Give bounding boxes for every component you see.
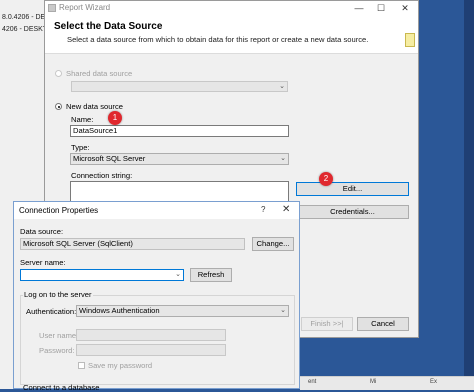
password-input[interactable] bbox=[76, 344, 226, 356]
change-button[interactable]: Change... bbox=[252, 237, 294, 251]
data-source-value: Microsoft SQL Server (SqlClient) bbox=[20, 238, 245, 250]
page-title: Select the Data Source bbox=[54, 21, 163, 32]
chevron-down-icon: ⌄ bbox=[175, 271, 181, 278]
user-name-input[interactable] bbox=[76, 329, 226, 341]
user-name-label: User name: bbox=[39, 331, 79, 340]
dialog-titlebar[interactable]: Connection Properties ? ✕ bbox=[14, 202, 299, 219]
cancel-button[interactable]: Cancel bbox=[357, 317, 409, 331]
wizard-banner-icon bbox=[405, 33, 415, 47]
password-label: Password: bbox=[39, 346, 75, 355]
data-source-label: Data source: bbox=[20, 227, 64, 236]
type-select-value: Microsoft SQL Server bbox=[73, 154, 146, 163]
help-icon[interactable]: ? bbox=[261, 205, 265, 214]
chevron-down-icon: ⌄ bbox=[280, 307, 286, 314]
name-input[interactable]: DataSource1 bbox=[70, 125, 289, 137]
authentication-label: Authentication: bbox=[26, 307, 77, 316]
authentication-select[interactable]: Windows Authentication ⌄ bbox=[76, 305, 289, 317]
background-tab-2[interactable]: Mi bbox=[370, 379, 376, 388]
type-select[interactable]: Microsoft SQL Server ⌄ bbox=[70, 153, 289, 165]
connect-database-label: Connect to a database bbox=[23, 383, 100, 392]
close-button[interactable]: ✕ bbox=[394, 1, 416, 15]
maximize-button[interactable]: ☐ bbox=[370, 1, 392, 15]
desktop-edge bbox=[464, 0, 474, 389]
type-label: Type: bbox=[71, 143, 90, 152]
callout-badge-2: 2 bbox=[319, 172, 333, 186]
connection-properties-dialog: Connection Properties ? ✕ Data source: M… bbox=[13, 201, 300, 392]
shared-data-source-radio[interactable] bbox=[55, 70, 62, 77]
new-data-source-radio[interactable] bbox=[55, 103, 62, 110]
callout-badge-1: 1 bbox=[108, 111, 122, 125]
background-bottom-tabs: ent Mi Ex bbox=[300, 376, 474, 390]
chevron-down-icon: ⌄ bbox=[280, 155, 286, 162]
finish-button[interactable]: Finish >>| bbox=[301, 317, 353, 331]
wizard-header: Select the Data Source Select a data sou… bbox=[45, 15, 418, 54]
server-name-combo[interactable]: ⌄ bbox=[20, 269, 184, 281]
shared-data-source-combo[interactable]: ⌄ bbox=[71, 81, 288, 92]
credentials-button[interactable]: Credentials... bbox=[296, 205, 409, 219]
minimize-button[interactable]: — bbox=[348, 1, 370, 15]
wizard-app-icon bbox=[48, 4, 56, 12]
connection-string-label: Connection string: bbox=[71, 171, 133, 180]
refresh-button[interactable]: Refresh bbox=[190, 268, 232, 282]
new-data-source-label: New data source bbox=[66, 102, 123, 111]
wizard-title: Report Wizard bbox=[59, 3, 111, 12]
shared-data-source-label: Shared data source bbox=[66, 69, 133, 78]
name-label: Name: bbox=[71, 115, 94, 124]
logon-group-label: Log on to the server bbox=[23, 290, 93, 299]
save-password-label: Save my password bbox=[88, 361, 153, 370]
server-name-label: Server name: bbox=[20, 258, 66, 267]
wizard-titlebar[interactable]: Report Wizard — ☐ ✕ bbox=[45, 1, 418, 15]
authentication-value: Windows Authentication bbox=[79, 306, 160, 315]
page-subtitle: Select a data source from which to obtai… bbox=[67, 35, 369, 44]
background-tab-3[interactable]: Ex bbox=[430, 379, 437, 388]
save-password-checkbox[interactable] bbox=[78, 362, 85, 369]
close-icon[interactable]: ✕ bbox=[282, 204, 290, 215]
background-tab-1[interactable]: ent bbox=[308, 379, 316, 388]
dialog-title: Connection Properties bbox=[19, 206, 99, 215]
chevron-down-icon: ⌄ bbox=[279, 83, 285, 90]
edit-button[interactable]: Edit... bbox=[296, 182, 409, 196]
